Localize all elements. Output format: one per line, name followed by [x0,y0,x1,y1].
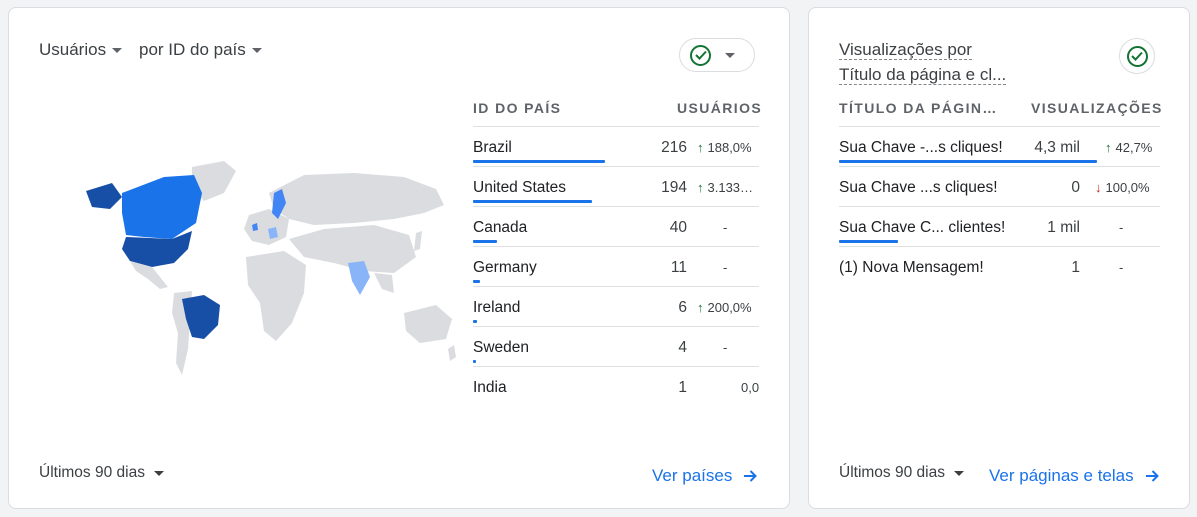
column-header-page-title[interactable]: TÍTULO DA PÁGIN… [839,100,998,116]
country-name: India [473,379,507,396]
change-value: - [723,260,728,275]
country-name: Germany [473,259,537,276]
page-title: (1) Nova Mensagem! [839,259,984,276]
change-value: ↑ 3.133… [697,180,754,195]
dimension-label: por ID do país [139,40,246,59]
date-range-selector[interactable]: Últimos 90 dias [39,464,164,482]
column-header-users[interactable]: USUÁRIOS [677,100,762,116]
views-value: 0 [1071,179,1080,196]
view-pages-link[interactable]: Ver páginas e telas [989,466,1160,486]
country-name: Brazil [473,139,512,156]
country-name: Canada [473,219,528,236]
caret-down-icon [953,470,964,476]
views-value: 4,3 mil [1034,139,1080,156]
change-value: ↑ 42,7% [1105,140,1153,155]
card-title[interactable]: Visualizações por Título da página e cl.… [839,37,1007,87]
card-title-line1: Visualizações por [839,40,972,60]
views-by-page-title-card: Visualizações por Título da página e cl.… [808,7,1190,509]
value-bar [839,160,1097,163]
arrow-up-icon: ↑ [697,300,704,315]
table-row[interactable]: Brazil 216 ↑ 188,0% [473,126,759,166]
change-value: - [1119,260,1124,275]
value-bar [473,160,605,163]
country-name: Sweden [473,339,530,356]
views-value: 1 mil [1047,219,1080,236]
change-value: ↑ 188,0% [697,140,752,155]
value-bar [473,240,497,243]
table-row[interactable]: Sweden 4 - [473,326,759,366]
caret-down-icon [251,47,262,53]
value-bar [473,280,480,283]
check-circle-icon [690,44,711,66]
arrow-up-icon: ↑ [1105,140,1112,155]
table-row[interactable]: Sua Chave C... clientes! 1 mil - [839,206,1160,246]
insights-menu-button[interactable] [679,38,755,72]
users-value: 40 [669,219,687,236]
country-name: United States [473,179,567,196]
value-bar [839,240,898,243]
arrow-right-icon [744,470,758,482]
table-row[interactable]: India 1 0,0 [473,366,759,404]
users-value: 216 [661,139,687,156]
column-header-views[interactable]: VISUALIZAÇÕES [1031,100,1163,116]
value-bar [473,320,477,323]
change-value: - [723,340,728,355]
table-row[interactable]: Canada 40 - [473,206,759,246]
users-value: 6 [678,299,687,316]
check-circle-icon [1126,45,1148,67]
table-row[interactable]: Germany 11 - [473,246,759,286]
table-row[interactable]: Sua Chave -...s cliques! 4,3 mil ↑ 42,7% [839,126,1160,166]
arrow-up-icon: ↑ [697,180,704,195]
metric-label: Usuários [39,40,107,59]
users-by-country-card: Usuários por ID do país ID DO PAÍS USUÁR… [8,7,790,509]
arrow-down-icon: ↓ [1095,180,1102,195]
change-value: ↓ 100,0% [1095,180,1150,195]
users-value: 194 [661,179,687,196]
view-pages-label: Ver páginas e telas [989,466,1134,485]
value-bar [473,360,476,363]
change-value: ↑ 200,0% [697,300,752,315]
country-name: Ireland [473,299,521,316]
table-row[interactable]: Ireland 6 ↑ 200,0% [473,286,759,326]
dimension-selector[interactable]: por ID do país [139,40,262,60]
table-row[interactable]: United States 194 ↑ 3.133… [473,166,759,206]
users-value: 11 [670,259,687,276]
insights-button[interactable] [1119,38,1155,74]
value-bar [473,200,592,203]
card-title-line2: Título da página e cl... [839,65,1007,85]
view-countries-link[interactable]: Ver países [652,466,758,486]
world-map [86,161,456,375]
date-range-label: Últimos 90 dias [39,464,145,481]
caret-down-icon [153,470,164,476]
page-title: Sua Chave C... clientes! [839,219,1006,236]
date-range-selector[interactable]: Últimos 90 dias [839,464,964,482]
change-value: - [1119,220,1124,235]
page-title: Sua Chave ...s cliques! [839,179,998,196]
change-value: 0,0 [741,380,759,395]
table-row[interactable]: Sua Chave ...s cliques! 0 ↓ 100,0% [839,166,1160,206]
change-value: - [723,220,728,235]
table-row[interactable]: (1) Nova Mensagem! 1 - [839,246,1160,286]
users-value: 4 [678,339,687,356]
arrow-up-icon: ↑ [697,140,704,155]
users-value: 1 [678,379,687,396]
date-range-label: Últimos 90 dias [839,464,945,481]
metric-selector[interactable]: Usuários [39,40,123,60]
views-value: 1 [1071,259,1080,276]
column-header-country[interactable]: ID DO PAÍS [473,100,561,116]
caret-down-icon [112,47,123,53]
arrow-right-icon [1145,470,1159,482]
page-title: Sua Chave -...s cliques! [839,139,1003,156]
view-countries-label: Ver países [652,466,733,485]
caret-down-icon [725,52,735,58]
